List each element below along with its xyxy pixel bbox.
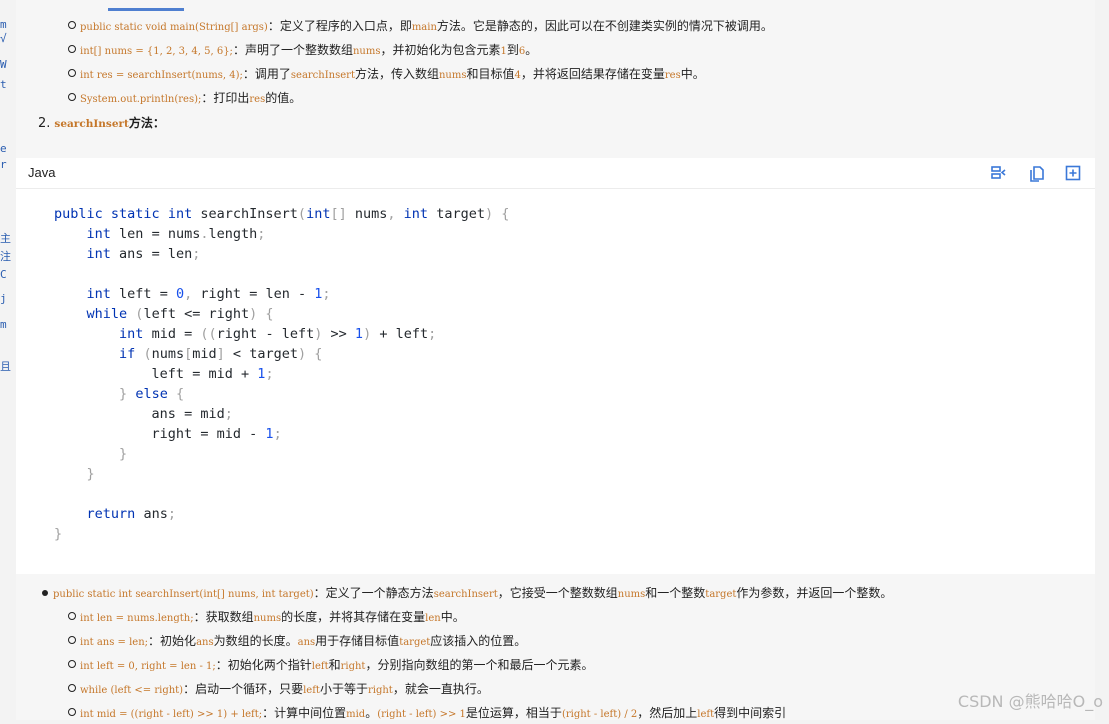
clipped-char: t — [0, 78, 7, 91]
clipped-char: m — [0, 18, 7, 31]
code-line: int ans = len; — [86, 246, 201, 262]
code-block-header: Java — [16, 158, 1095, 189]
bullet-icon — [68, 636, 76, 644]
clipped-char: e — [0, 142, 7, 155]
code-line: int mid = ((right - left) >> 1) + left; — [119, 326, 437, 342]
code-line: } — [86, 466, 95, 482]
code-line: int left = 0, right = len - 1; — [86, 286, 331, 302]
clipped-char: W — [0, 58, 7, 71]
bullet-icon — [68, 69, 76, 77]
code-line: ans = mid; — [151, 406, 233, 422]
clipped-char: j — [0, 292, 7, 305]
code-line: if (nums[mid] < target) { — [119, 346, 323, 362]
code-line: int len = nums.length; — [86, 226, 266, 242]
clipped-char: 注 — [0, 250, 11, 263]
collapse-code-icon[interactable] — [990, 164, 1008, 182]
bullet-icon — [68, 660, 76, 668]
clipped-char: √ — [0, 32, 7, 45]
clipped-char: 且 — [0, 360, 11, 373]
bullet-icon — [68, 93, 76, 101]
code-line: left = mid + 1; — [151, 366, 274, 382]
code-line: while (left <= right) { — [86, 306, 274, 322]
expand-code-icon[interactable] — [1064, 164, 1082, 182]
list-item: System.out.println(res);：打印出res的值。 — [68, 89, 301, 109]
code-line: public static int searchInsert(int[] num… — [54, 206, 510, 222]
list-item: public static int searchInsert(int[] num… — [42, 584, 892, 604]
code-content: public static int searchInsert(int[] num… — [54, 204, 509, 544]
left-edge-clipped-content: m √ Wt e r 主注 Cj m 且 — [0, 0, 16, 720]
bullet-icon — [42, 590, 48, 596]
clipped-char: C — [0, 268, 7, 281]
list-item: int left = 0, right = len - 1;：初始化两个指针le… — [68, 656, 593, 676]
bullet-icon — [68, 612, 76, 620]
copy-code-icon[interactable] — [1028, 164, 1046, 182]
list-item: int res = searchInsert(nums, 4);：调用了sear… — [68, 65, 705, 85]
code-line: } — [119, 446, 128, 462]
code-block: Java public static int searchInsert(int[… — [16, 158, 1095, 574]
clipped-char: m — [0, 318, 7, 331]
clipped-char: r — [0, 158, 7, 171]
code-language-label: Java — [28, 165, 56, 180]
code-line: } else { — [119, 386, 185, 402]
watermark: CSDN @熊哈哈O_o — [957, 692, 1103, 711]
bullet-icon — [68, 21, 76, 29]
list-item: int len = nums.length;：获取数组nums的长度，并将其存储… — [68, 608, 465, 628]
bullet-icon — [68, 684, 76, 692]
list-item: int[] nums = {1, 2, 3, 4, 5, 6};：声明了一个整数… — [68, 41, 537, 61]
code-line: right = mid - 1; — [151, 426, 282, 442]
tab-underline — [108, 8, 184, 11]
list-item: int mid = ((right - left) >> 1) + left;：… — [68, 704, 786, 724]
list-item: int ans = len;：初始化ans为数组的长度。ans用于存储目标值ta… — [68, 632, 526, 652]
code-line: return ans; — [86, 506, 176, 522]
list-item: public static void main(String[] args)：定… — [68, 17, 773, 37]
bullet-icon — [68, 45, 76, 53]
clipped-char: 主 — [0, 232, 11, 245]
list-item: while (left <= right)：启动一个循环，只要left小于等于r… — [68, 680, 489, 700]
bullet-icon — [68, 708, 76, 716]
section-heading: 2. searchInsert方法： — [38, 116, 165, 131]
code-line: } — [54, 526, 63, 542]
